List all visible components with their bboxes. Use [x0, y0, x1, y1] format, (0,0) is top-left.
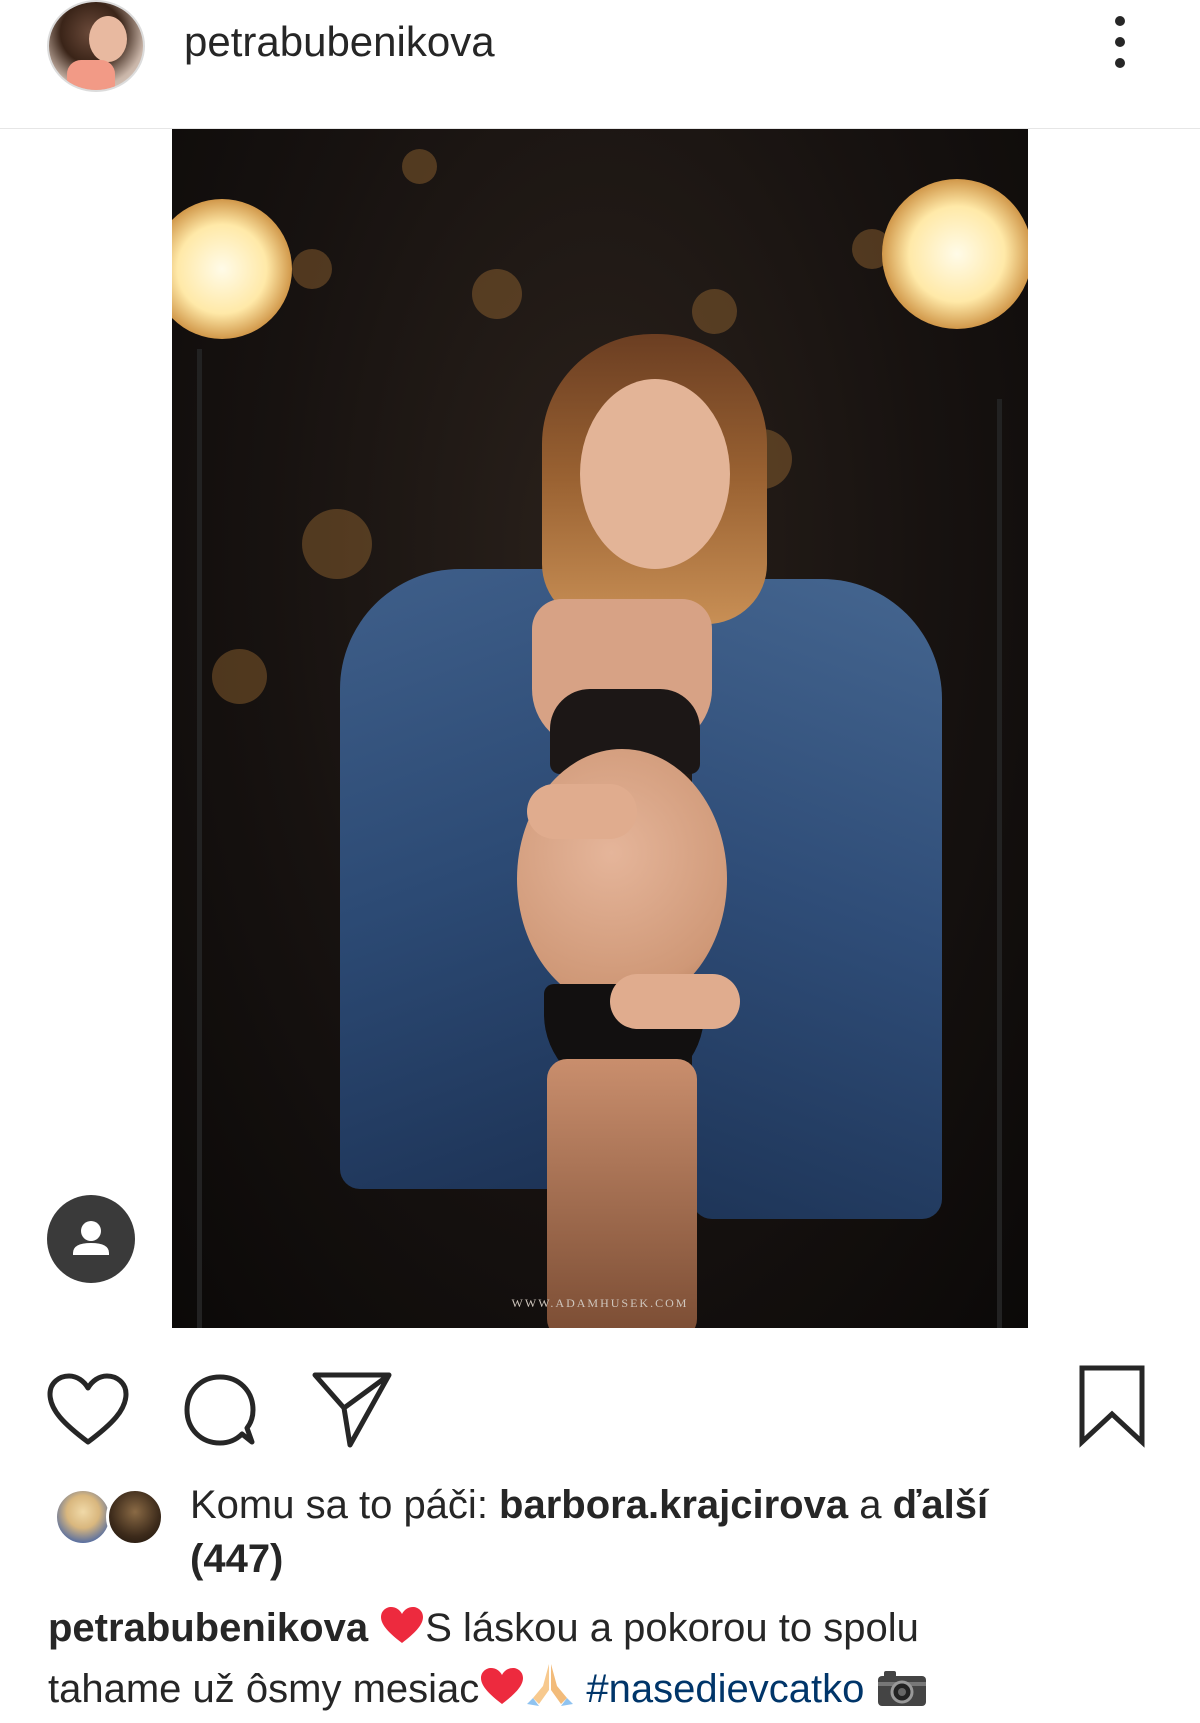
red-heart-icon	[379, 1604, 425, 1660]
tagged-people-icon[interactable]	[47, 1195, 135, 1283]
author-username[interactable]: petrabubenikova	[184, 18, 495, 66]
camera-icon	[876, 1667, 928, 1723]
post-caption: petrabubenikova S láskou a pokorou to sp…	[48, 1600, 1158, 1723]
red-heart-icon	[479, 1665, 525, 1721]
denim-jacket-right	[692, 579, 942, 1219]
share-icon[interactable]	[310, 1370, 394, 1455]
hashtag-link[interactable]: #nasedievcatko	[586, 1667, 864, 1711]
photo-watermark: WWW.ADAMHUSEK.COM	[511, 1296, 689, 1310]
caption-line2: tahame už ôsmy mesiac	[48, 1667, 480, 1711]
post-photo[interactable]: WWW.ADAMHUSEK.COM	[172, 129, 1028, 1328]
liker-username[interactable]: barbora.krajcirova	[499, 1483, 848, 1527]
likes-count[interactable]: (447)	[190, 1537, 283, 1581]
post-header: petrabubenikova	[0, 0, 1200, 129]
caption-username[interactable]: petrabubenikova	[48, 1606, 368, 1650]
likes-prefix: Komu sa to páči:	[190, 1483, 500, 1527]
caption-line1: S láskou a pokorou to spolu	[425, 1606, 919, 1650]
liker-avatar[interactable]	[106, 1488, 164, 1546]
likes-others[interactable]: ďalší	[893, 1483, 988, 1527]
likes-middle: a	[848, 1483, 893, 1527]
likes-text: Komu sa to páči: barbora.krajcirova a ďa…	[190, 1478, 1150, 1586]
more-options-icon[interactable]	[1100, 12, 1140, 72]
author-avatar[interactable]	[47, 0, 145, 92]
liker-avatar[interactable]	[54, 1488, 112, 1546]
action-bar	[0, 1360, 1200, 1450]
heart-icon[interactable]	[46, 1372, 130, 1453]
likes-summary: Komu sa to páči: barbora.krajcirova a ďa…	[50, 1478, 1160, 1588]
folded-hands-icon	[525, 1660, 575, 1721]
comment-icon[interactable]	[180, 1370, 260, 1455]
bookmark-icon[interactable]	[1076, 1364, 1148, 1453]
